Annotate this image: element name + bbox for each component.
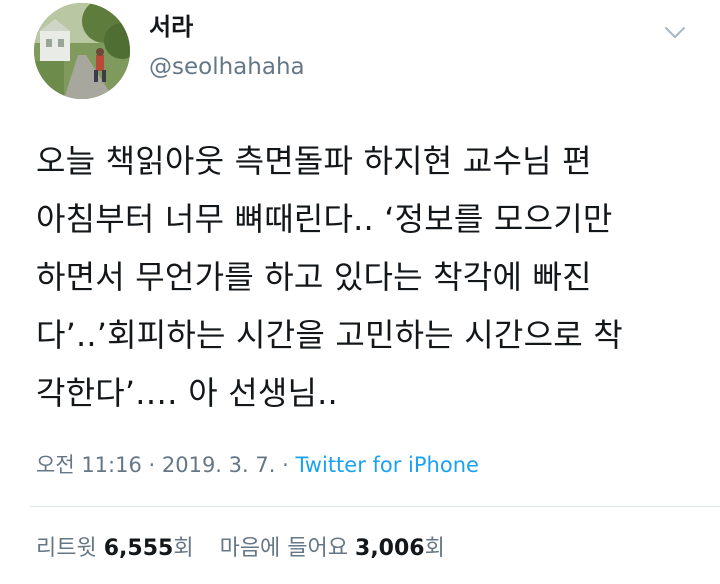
divider: [30, 506, 720, 507]
retweets-label: 리트윗: [36, 536, 97, 561]
likes-label: 마음에 들어요: [219, 536, 349, 561]
tweet-text: 오늘 책읽아웃 측면돌파 하지현 교수님 편 아침부터 너무 뼈때린다.. ‘정…: [36, 132, 704, 422]
tweet-text-line: 다’..’회피하는 시간을 고민하는 시간으로 착: [36, 316, 623, 354]
chevron-down-icon[interactable]: [662, 22, 688, 42]
tweet-text-line: 하면서 무언가를 하고 있다는 착각에 빠진: [36, 258, 592, 296]
source-link[interactable]: Twitter for iPhone: [295, 453, 479, 477]
retweets-stat[interactable]: 리트윗 6,555회: [36, 536, 201, 561]
tweet-text-line: 오늘 책읽아웃 측면돌파 하지현 교수님 편: [36, 142, 592, 180]
retweets-unit: 회: [173, 536, 194, 561]
tweet-text-line: 아침부터 너무 뼈때린다.. ‘정보를 모으기만: [36, 200, 613, 238]
tweet-text-line: 각한다’.… 아 선생님..: [36, 374, 338, 412]
likes-unit: 회: [424, 536, 445, 561]
tweet-meta: 오전 11:16 · 2019. 3. 7. · Twitter for iPh…: [36, 450, 479, 480]
tweet-card: 서라 @seolhahaha 오늘 책읽아웃 측면돌파 하지현 교수님 편 아침…: [0, 0, 720, 584]
avatar[interactable]: [34, 3, 130, 99]
timestamp[interactable]: 오전 11:16 · 2019. 3. 7. ·: [36, 453, 289, 477]
display-name[interactable]: 서라: [149, 12, 193, 42]
tweet-stats: 리트윗 6,555회 마음에 들어요 3,006회: [36, 534, 445, 564]
likes-count: 3,006: [355, 536, 425, 561]
likes-stat[interactable]: 마음에 들어요 3,006회: [220, 536, 445, 561]
user-handle[interactable]: @seolhahaha: [149, 52, 305, 82]
retweets-count: 6,555: [103, 536, 174, 561]
avatar-photo: [34, 3, 130, 99]
